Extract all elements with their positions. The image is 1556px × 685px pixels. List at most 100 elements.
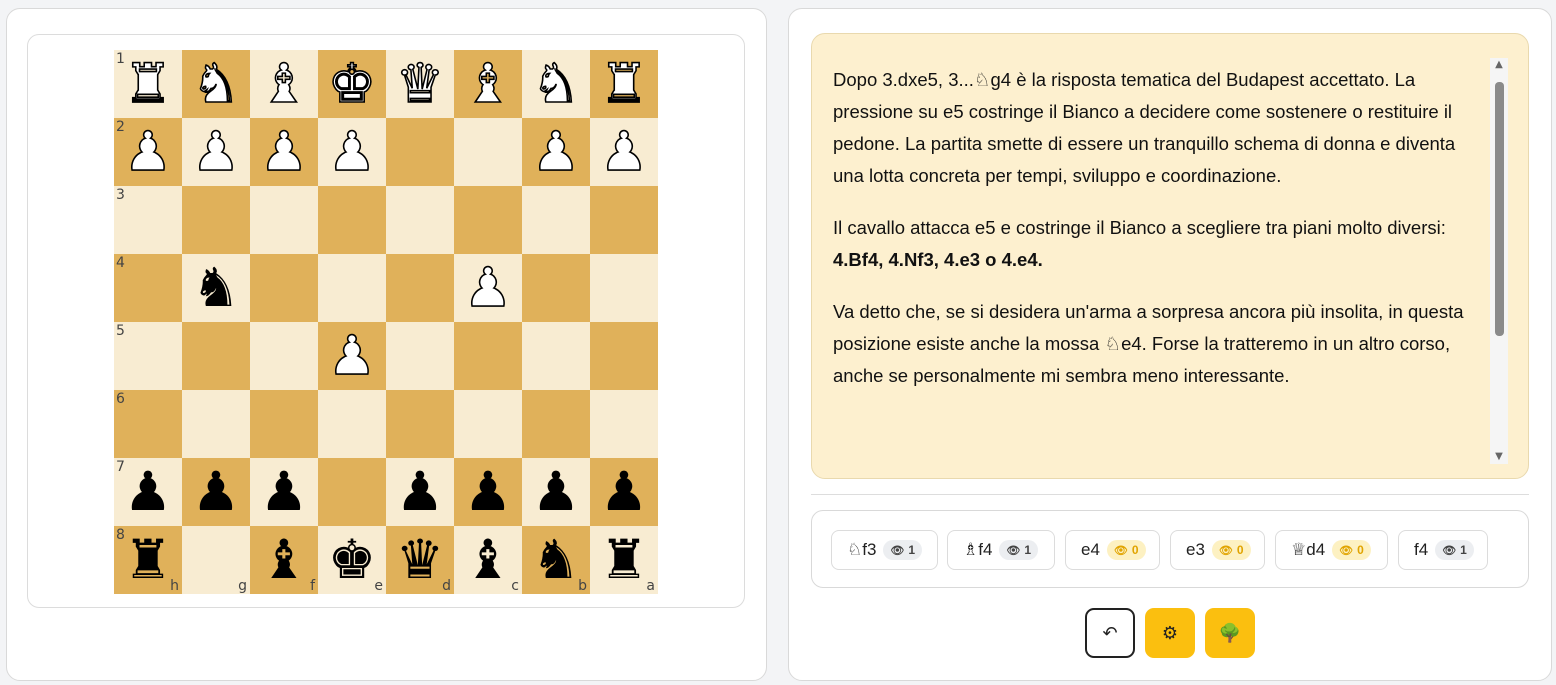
board-square[interactable] bbox=[386, 254, 454, 322]
board-square[interactable]: ♝ bbox=[250, 50, 318, 118]
board-square[interactable]: ♞ bbox=[182, 254, 250, 322]
board-square[interactable]: ♟ bbox=[318, 322, 386, 390]
scroll-up-arrow-icon[interactable]: ▲ bbox=[1490, 58, 1508, 72]
board-square[interactable] bbox=[590, 322, 658, 390]
board-square[interactable]: ♝ bbox=[454, 50, 522, 118]
board-square[interactable] bbox=[318, 390, 386, 458]
black-piece-icon[interactable]: ♞ bbox=[522, 526, 590, 594]
white-piece-icon[interactable]: ♟ bbox=[182, 118, 250, 186]
black-piece-icon[interactable]: ♟ bbox=[522, 458, 590, 526]
board-square[interactable]: ♟ bbox=[386, 458, 454, 526]
board-square[interactable]: ♞ bbox=[182, 50, 250, 118]
black-piece-icon[interactable]: ♜ bbox=[590, 526, 658, 594]
white-piece-icon[interactable]: ♝ bbox=[250, 50, 318, 118]
board-square[interactable] bbox=[454, 186, 522, 254]
board-square[interactable] bbox=[590, 254, 658, 322]
board-square[interactable] bbox=[250, 322, 318, 390]
board-square[interactable]: 7 ♟ bbox=[114, 458, 182, 526]
board-square[interactable]: e ♚ bbox=[318, 526, 386, 594]
board-square[interactable] bbox=[522, 390, 590, 458]
settings-button[interactable]: ⚙ bbox=[1145, 608, 1195, 658]
move-button[interactable]: ♘f3 👁 1 bbox=[831, 530, 938, 570]
black-piece-icon[interactable]: ♜ bbox=[114, 526, 182, 594]
board-square[interactable]: ♜ bbox=[590, 50, 658, 118]
board-square[interactable]: ♟ bbox=[318, 118, 386, 186]
board-square[interactable] bbox=[386, 118, 454, 186]
white-piece-icon[interactable]: ♞ bbox=[182, 50, 250, 118]
board-square[interactable]: 4 bbox=[114, 254, 182, 322]
black-piece-icon[interactable]: ♟ bbox=[250, 458, 318, 526]
board-square[interactable] bbox=[454, 322, 522, 390]
board-square[interactable]: g bbox=[182, 526, 250, 594]
black-piece-icon[interactable]: ♟ bbox=[590, 458, 658, 526]
white-piece-icon[interactable]: ♝ bbox=[454, 50, 522, 118]
board-square[interactable] bbox=[454, 118, 522, 186]
board-square[interactable]: b ♞ bbox=[522, 526, 590, 594]
white-piece-icon[interactable]: ♟ bbox=[454, 254, 522, 322]
board-square[interactable] bbox=[590, 186, 658, 254]
undo-button[interactable]: ↶ bbox=[1085, 608, 1135, 658]
move-button[interactable]: f4 👁 1 bbox=[1398, 530, 1488, 570]
board-square[interactable]: ♞ bbox=[522, 50, 590, 118]
board-square[interactable]: ♚ bbox=[318, 50, 386, 118]
white-piece-icon[interactable]: ♟ bbox=[318, 118, 386, 186]
board-square[interactable]: ♟ bbox=[522, 118, 590, 186]
board-square[interactable]: ♟ bbox=[454, 254, 522, 322]
board-square[interactable] bbox=[182, 322, 250, 390]
scroll-down-arrow-icon[interactable]: ▼ bbox=[1490, 450, 1508, 464]
white-piece-icon[interactable]: ♟ bbox=[250, 118, 318, 186]
black-piece-icon[interactable]: ♟ bbox=[386, 458, 454, 526]
move-button[interactable]: ♕d4 👁 0 bbox=[1275, 530, 1388, 570]
board-square[interactable]: a ♜ bbox=[590, 526, 658, 594]
board-square[interactable] bbox=[386, 390, 454, 458]
board-square[interactable]: ♟ bbox=[250, 458, 318, 526]
move-button[interactable]: e4 👁 0 bbox=[1065, 530, 1160, 570]
board-square[interactable]: ♛ bbox=[386, 50, 454, 118]
white-piece-icon[interactable]: ♟ bbox=[318, 322, 386, 390]
board-square[interactable]: ♟ bbox=[590, 118, 658, 186]
board-square[interactable]: c ♝ bbox=[454, 526, 522, 594]
board-square[interactable]: ♟ bbox=[250, 118, 318, 186]
board-square[interactable] bbox=[250, 390, 318, 458]
board-square[interactable] bbox=[318, 254, 386, 322]
move-button[interactable]: ♗f4 👁 1 bbox=[947, 530, 1055, 570]
white-piece-icon[interactable]: ♜ bbox=[114, 50, 182, 118]
white-piece-icon[interactable]: ♚ bbox=[318, 50, 386, 118]
white-piece-icon[interactable]: ♟ bbox=[590, 118, 658, 186]
board-square[interactable]: 1 ♜ bbox=[114, 50, 182, 118]
board-square[interactable] bbox=[522, 186, 590, 254]
board-square[interactable] bbox=[318, 458, 386, 526]
board-square[interactable]: d ♛ bbox=[386, 526, 454, 594]
board-square[interactable] bbox=[386, 186, 454, 254]
opening-tree-button[interactable]: 🌳 bbox=[1205, 608, 1255, 658]
board-square[interactable]: ♟ bbox=[522, 458, 590, 526]
board-square[interactable] bbox=[522, 254, 590, 322]
board-square[interactable]: 3 bbox=[114, 186, 182, 254]
board-square[interactable] bbox=[182, 186, 250, 254]
board-square[interactable] bbox=[250, 254, 318, 322]
board-square[interactable] bbox=[454, 390, 522, 458]
board-square[interactable]: 8 h ♜ bbox=[114, 526, 182, 594]
black-piece-icon[interactable]: ♝ bbox=[250, 526, 318, 594]
move-button[interactable]: e3 👁 0 bbox=[1170, 530, 1265, 570]
board-square[interactable]: f ♝ bbox=[250, 526, 318, 594]
board-square[interactable] bbox=[250, 186, 318, 254]
board-square[interactable]: 6 bbox=[114, 390, 182, 458]
board-square[interactable]: ♟ bbox=[454, 458, 522, 526]
black-piece-icon[interactable]: ♟ bbox=[114, 458, 182, 526]
white-piece-icon[interactable]: ♛ bbox=[386, 50, 454, 118]
black-piece-icon[interactable]: ♝ bbox=[454, 526, 522, 594]
board-square[interactable] bbox=[182, 390, 250, 458]
board-square[interactable]: 5 bbox=[114, 322, 182, 390]
board-square[interactable]: ♟ bbox=[182, 118, 250, 186]
black-piece-icon[interactable]: ♚ bbox=[318, 526, 386, 594]
black-piece-icon[interactable]: ♞ bbox=[182, 254, 250, 322]
chess-board[interactable]: 1 ♜ ♞ ♝ ♚ ♛ ♝ ♞ ♜ 2 ♟ ♟ ♟ ♟ ♟ ♟ 3 4 ♞ ♟ 5 ♟ 6 7 ♟ ♟ ♟ ♟ ♟ ♟ ♟ 8 h ♜ g f ♝ e ♚ d… bbox=[114, 50, 658, 594]
notes-scrollbar[interactable]: ▲ ▼ bbox=[1490, 58, 1508, 464]
board-square[interactable]: ♟ bbox=[590, 458, 658, 526]
board-square[interactable] bbox=[386, 322, 454, 390]
black-piece-icon[interactable]: ♟ bbox=[454, 458, 522, 526]
white-piece-icon[interactable]: ♞ bbox=[522, 50, 590, 118]
scroll-thumb[interactable] bbox=[1495, 82, 1504, 336]
white-piece-icon[interactable]: ♟ bbox=[114, 118, 182, 186]
